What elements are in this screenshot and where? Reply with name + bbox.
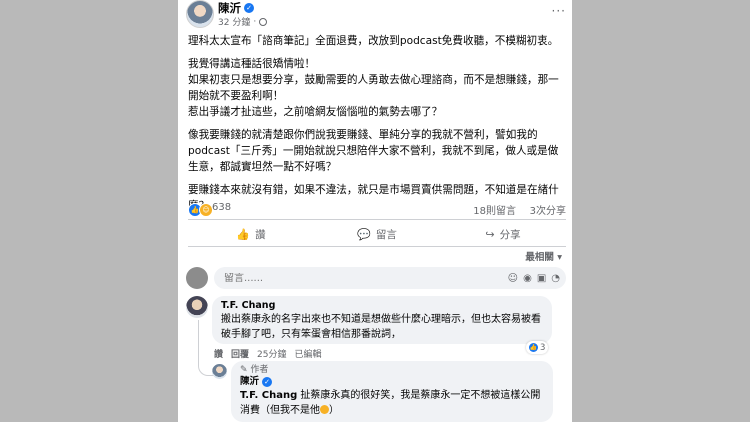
author-badge: ✎ 作者 [240, 365, 269, 375]
thumbs-up-icon: 👍 [236, 227, 251, 241]
comment-count[interactable]: 18則留言 [473, 202, 516, 217]
post-paragraph: 我覺得講這種話很矯情啦！ 如果初衷只是想要分享，鼓勵需要的人勇敢去做心理諮商，而… [188, 58, 559, 118]
like-label: 讚 [255, 228, 266, 241]
post-card: 陳沂 ✓ 32 分鐘 · ··· 理科太太宣布「諮商筆記」全面退費，改放到pod… [178, 0, 572, 422]
reply-author-name-row: 陳沂 ✓ [240, 376, 544, 388]
commenter-avatar[interactable] [186, 296, 208, 318]
smiling-emoji-icon [320, 405, 329, 414]
divider [188, 246, 566, 247]
share-count[interactable]: 3次分享 [530, 202, 566, 217]
comment-actions: 讚 回覆 25分鐘 已編輯 [214, 347, 322, 360]
verified-badge-icon: ✓ [244, 3, 254, 13]
share-label: 分享 [499, 228, 521, 241]
reaction-count[interactable]: 638 [212, 202, 231, 213]
post-paragraph: 理科太太宣布「諮商筆記」全面退費，改放到podcast免費收聽，不模糊初衷。 [188, 35, 559, 47]
post-meta: 32 分鐘 · [218, 15, 268, 28]
sticker-icon[interactable]: ◔ [551, 273, 560, 284]
gif-icon[interactable]: ▣ [537, 273, 546, 284]
comment-reply-button[interactable]: 回覆 [231, 347, 249, 360]
like-button[interactable]: 👍 讚 [188, 222, 314, 246]
divider [188, 219, 566, 220]
author-name[interactable]: 陳沂 [218, 0, 241, 16]
reply-author-name[interactable]: 陳沂 [240, 376, 259, 388]
post-action-bar: 👍 讚 💬 留言 ↪ 分享 [188, 222, 566, 246]
reply-text: T.F. Chang 扯蔡康永真的很好笑，我是蔡康永一定不想被這樣公開消費（但我… [240, 390, 541, 416]
comment-time[interactable]: 25分鐘 [257, 347, 286, 360]
comment-button[interactable]: 💬 留言 [314, 222, 440, 246]
emoji-icon[interactable]: ☺ [508, 273, 518, 284]
author-avatar[interactable] [186, 0, 214, 28]
reaction-icons[interactable]: 👍 ☺ [188, 203, 213, 217]
comment-composer[interactable]: ☺ ◉ ▣ ◔ [214, 267, 566, 289]
comment-sort-dropdown[interactable]: 最相關 ▾ [525, 249, 562, 263]
speech-bubble-icon: 💬 [357, 227, 371, 241]
comment-reaction-count: 3 [540, 342, 546, 353]
comment-label: 留言 [375, 228, 397, 241]
globe-icon [259, 17, 268, 26]
viewer-avatar [186, 267, 208, 289]
composer-tools: ☺ ◉ ▣ ◔ [508, 273, 560, 284]
haha-reaction-icon: ☺ [199, 203, 213, 217]
post-text: 理科太太宣布「諮商筆記」全面退費，改放到podcast免費收聽，不模糊初衷。 我… [188, 33, 566, 221]
share-button[interactable]: ↪ 分享 [440, 222, 566, 246]
reaction-summary: 👍 ☺ 638 18則留言 3次分享 [188, 201, 566, 217]
mention-link[interactable]: T.F. Chang [240, 390, 297, 401]
comment-like-button[interactable]: 讚 [214, 347, 223, 360]
like-reaction-icon: 👍 [529, 343, 538, 352]
comment-text: 搬出蔡康永的名字出來也不知道是想做些什麼心理暗示，但也太容易被看破手腳了吧，只有… [221, 314, 541, 340]
reply-author-avatar[interactable] [212, 364, 227, 379]
comment-input[interactable] [224, 272, 344, 284]
comment-edited: 已編輯 [294, 350, 322, 360]
camera-icon[interactable]: ◉ [523, 273, 532, 284]
share-arrow-icon: ↪ [485, 227, 495, 241]
verified-badge-icon: ✓ [262, 377, 273, 387]
post-paragraph: 像我要賺錢的就清楚跟你們說我要賺錢、單純分享的我就不營利，譬如我的podcast… [188, 129, 559, 173]
commenter-name[interactable]: T.F. Chang [221, 300, 543, 312]
meta-separator: · [253, 16, 257, 27]
comment-reaction-badge[interactable]: 👍 3 [526, 341, 549, 354]
reply-bubble: ✎ 作者 陳沂 ✓ T.F. Chang 扯蔡康永真的很好笑，我是蔡康永一定不想… [231, 361, 553, 422]
more-options-icon[interactable]: ··· [552, 4, 566, 18]
post-time[interactable]: 32 分鐘 [218, 15, 250, 28]
author-name-row: 陳沂 ✓ [218, 0, 254, 16]
comment-bubble: T.F. Chang 搬出蔡康永的名字出來也不知道是想做些什麼心理暗示，但也太容… [212, 296, 552, 344]
